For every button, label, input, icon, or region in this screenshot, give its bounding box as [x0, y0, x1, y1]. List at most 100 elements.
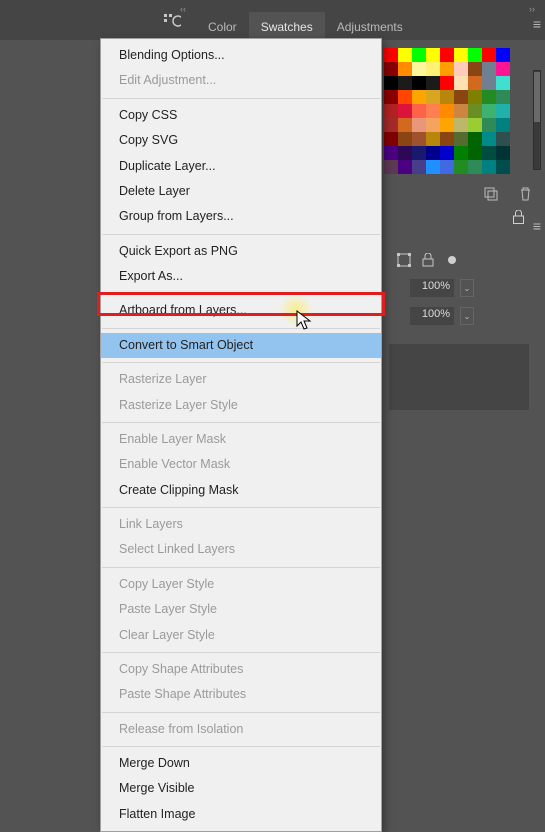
fill-dropdown[interactable]: ⌄ [460, 307, 474, 325]
menu-item-merge-visible[interactable]: Merge Visible [101, 776, 381, 801]
swatch[interactable] [398, 118, 412, 132]
swatch[interactable] [454, 48, 468, 62]
layer-lock-icon[interactable] [512, 210, 525, 230]
swatch[interactable] [468, 118, 482, 132]
swatch[interactable] [454, 146, 468, 160]
swatch[interactable] [468, 146, 482, 160]
swatch[interactable] [384, 90, 398, 104]
panel-collapse-right[interactable]: ›› [529, 4, 535, 14]
menu-item-create-clipping-mask[interactable]: Create Clipping Mask [101, 478, 381, 503]
swatch[interactable] [482, 90, 496, 104]
swatch[interactable] [412, 118, 426, 132]
tab-adjustments[interactable]: Adjustments [325, 12, 415, 40]
swatch[interactable] [426, 146, 440, 160]
tab-color[interactable]: Color [196, 12, 249, 40]
new-swatch-icon[interactable] [483, 186, 499, 202]
swatch[interactable] [384, 62, 398, 76]
menu-item-copy-css[interactable]: Copy CSS [101, 103, 381, 128]
swatch[interactable] [468, 90, 482, 104]
swatch[interactable] [454, 160, 468, 174]
panel-collapse-left[interactable]: ‹‹ [180, 4, 186, 14]
swatch[interactable] [440, 146, 454, 160]
swatch[interactable] [440, 76, 454, 90]
swatch[interactable] [398, 62, 412, 76]
swatch[interactable] [412, 48, 426, 62]
swatch[interactable] [412, 62, 426, 76]
fill-value[interactable]: 100% [410, 307, 454, 325]
menu-item-convert-to-smart-object[interactable]: Convert to Smart Object [101, 333, 381, 358]
swatch[interactable] [426, 132, 440, 146]
opacity-value[interactable]: 100% [410, 279, 454, 297]
swatch[interactable] [440, 132, 454, 146]
swatch[interactable] [398, 48, 412, 62]
swatch[interactable] [440, 62, 454, 76]
swatch[interactable] [482, 160, 496, 174]
swatch[interactable] [412, 90, 426, 104]
swatch[interactable] [454, 90, 468, 104]
swatch[interactable] [496, 132, 510, 146]
menu-item-merge-down[interactable]: Merge Down [101, 751, 381, 776]
swatch[interactable] [412, 132, 426, 146]
swatch[interactable] [454, 62, 468, 76]
layers-panel-menu-icon[interactable]: ≡ [533, 218, 541, 234]
swatch[interactable] [482, 104, 496, 118]
swatch[interactable] [412, 104, 426, 118]
swatch[interactable] [412, 76, 426, 90]
swatch[interactable] [468, 132, 482, 146]
swatch[interactable] [482, 76, 496, 90]
swatch[interactable] [398, 104, 412, 118]
swatch[interactable] [426, 62, 440, 76]
swatch[interactable] [482, 62, 496, 76]
swatch[interactable] [426, 104, 440, 118]
swatch[interactable] [398, 146, 412, 160]
tab-swatches[interactable]: Swatches [249, 12, 325, 40]
swatch[interactable] [454, 132, 468, 146]
menu-item-export-as[interactable]: Export As... [101, 264, 381, 289]
swatch[interactable] [440, 90, 454, 104]
menu-item-duplicate-layer[interactable]: Duplicate Layer... [101, 154, 381, 179]
swatch[interactable] [384, 160, 398, 174]
swatch[interactable] [496, 118, 510, 132]
swatch[interactable] [482, 146, 496, 160]
lock-icon[interactable] [420, 252, 436, 268]
menu-item-blending-options[interactable]: Blending Options... [101, 43, 381, 68]
panel-menu-icon[interactable]: ≡ [533, 16, 541, 32]
swatch[interactable] [454, 76, 468, 90]
swatch[interactable] [496, 104, 510, 118]
swatch[interactable] [384, 146, 398, 160]
swatch[interactable] [454, 104, 468, 118]
swatch[interactable] [384, 118, 398, 132]
swatch[interactable] [482, 48, 496, 62]
swatch[interactable] [440, 48, 454, 62]
menu-item-flatten-image[interactable]: Flatten Image [101, 802, 381, 827]
menu-item-group-from-layers[interactable]: Group from Layers... [101, 204, 381, 229]
swatch[interactable] [440, 118, 454, 132]
swatch[interactable] [468, 48, 482, 62]
transform-icon[interactable] [396, 252, 412, 268]
swatch[interactable] [468, 160, 482, 174]
fill-indicator-icon[interactable] [444, 252, 460, 268]
swatch[interactable] [496, 48, 510, 62]
trash-icon[interactable] [517, 186, 533, 202]
swatch[interactable] [398, 90, 412, 104]
swatch[interactable] [496, 146, 510, 160]
swatch[interactable] [426, 118, 440, 132]
swatch[interactable] [412, 160, 426, 174]
swatch[interactable] [384, 104, 398, 118]
swatch[interactable] [384, 76, 398, 90]
menu-item-delete-layer[interactable]: Delete Layer [101, 179, 381, 204]
swatch[interactable] [398, 76, 412, 90]
swatch[interactable] [384, 132, 398, 146]
swatch[interactable] [496, 62, 510, 76]
swatch[interactable] [468, 62, 482, 76]
swatch[interactable] [384, 48, 398, 62]
swatch[interactable] [426, 90, 440, 104]
swatches-scrollbar[interactable] [533, 70, 541, 170]
swatch[interactable] [496, 76, 510, 90]
opacity-dropdown[interactable]: ⌄ [460, 279, 474, 297]
swatch[interactable] [440, 160, 454, 174]
menu-item-quick-export-as-png[interactable]: Quick Export as PNG [101, 239, 381, 264]
swatch[interactable] [426, 160, 440, 174]
swatch[interactable] [482, 118, 496, 132]
swatch[interactable] [426, 76, 440, 90]
